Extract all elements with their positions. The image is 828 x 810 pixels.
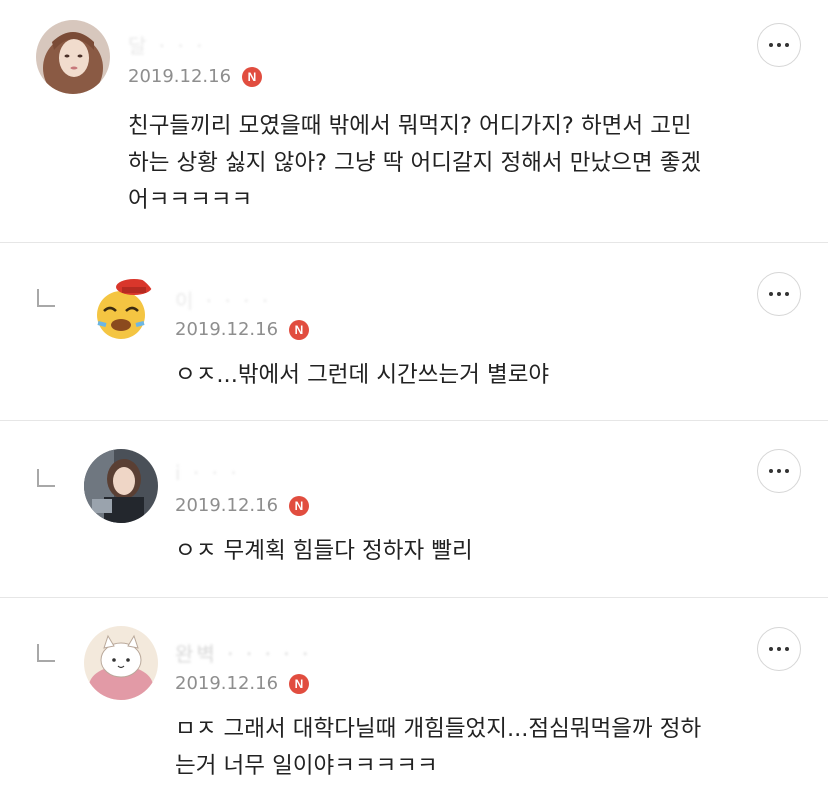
reply-arrow-icon (37, 644, 55, 662)
reply-item: 이 · · · · 2019.12.16 N ㅇㅈ...밖에서 그런데 시간쓰는… (0, 243, 828, 420)
comment-item: 달 · · · 2019.12.16 N 친구들끼리 모였을때 밖에서 뭐먹지?… (0, 0, 828, 242)
reply-item: 완벽 · · · · · 2019.12.16 N ㅁㅈ 그래서 대학다닐때 개… (0, 598, 828, 810)
more-horizontal-icon (758, 292, 800, 296)
comment-date: 2019.12.16 (175, 673, 279, 694)
more-options-button[interactable] (757, 23, 801, 67)
more-horizontal-icon (758, 469, 800, 473)
avatar[interactable] (84, 449, 158, 523)
more-options-button[interactable] (757, 272, 801, 316)
comment-text: ㅇㅈ...밖에서 그런데 시간쓰는거 별로야 (175, 362, 550, 388)
more-horizontal-icon (758, 647, 800, 651)
reply-arrow-icon (37, 289, 55, 307)
comment-text: 친구들끼리 모였을때 밖에서 뭐먹지? 어디가지? 하면서 고민 하는 상황 싫… (128, 113, 702, 213)
reply-item: i · · · 2019.12.16 N ㅇㅈ 무계획 힘들다 정하자 빨리 (0, 421, 828, 597)
username[interactable]: 달 · · · (128, 30, 206, 59)
avatar[interactable] (84, 273, 158, 347)
avatar[interactable] (84, 626, 158, 700)
comment-date: 2019.12.16 (175, 495, 279, 516)
more-options-button[interactable] (757, 627, 801, 671)
avatar[interactable] (36, 20, 110, 94)
new-badge-icon: N (289, 320, 309, 340)
more-options-button[interactable] (757, 449, 801, 493)
new-badge-icon: N (242, 67, 262, 87)
more-horizontal-icon (758, 43, 800, 47)
username[interactable]: i · · · (175, 461, 240, 485)
comment-text: ㅇㅈ 무계획 힘들다 정하자 빨리 (175, 538, 473, 564)
new-badge-icon: N (289, 674, 309, 694)
comment-date: 2019.12.16 (175, 319, 279, 340)
comment-text: ㅁㅈ 그래서 대학다닐때 개힘들었지...점심뭐먹을까 정하 는거 너무 일이야… (175, 716, 702, 779)
reply-arrow-icon (37, 469, 55, 487)
comment-date: 2019.12.16 (128, 66, 232, 87)
username[interactable]: 완벽 · · · · · (175, 638, 311, 667)
new-badge-icon: N (289, 496, 309, 516)
username[interactable]: 이 · · · · (175, 285, 271, 314)
